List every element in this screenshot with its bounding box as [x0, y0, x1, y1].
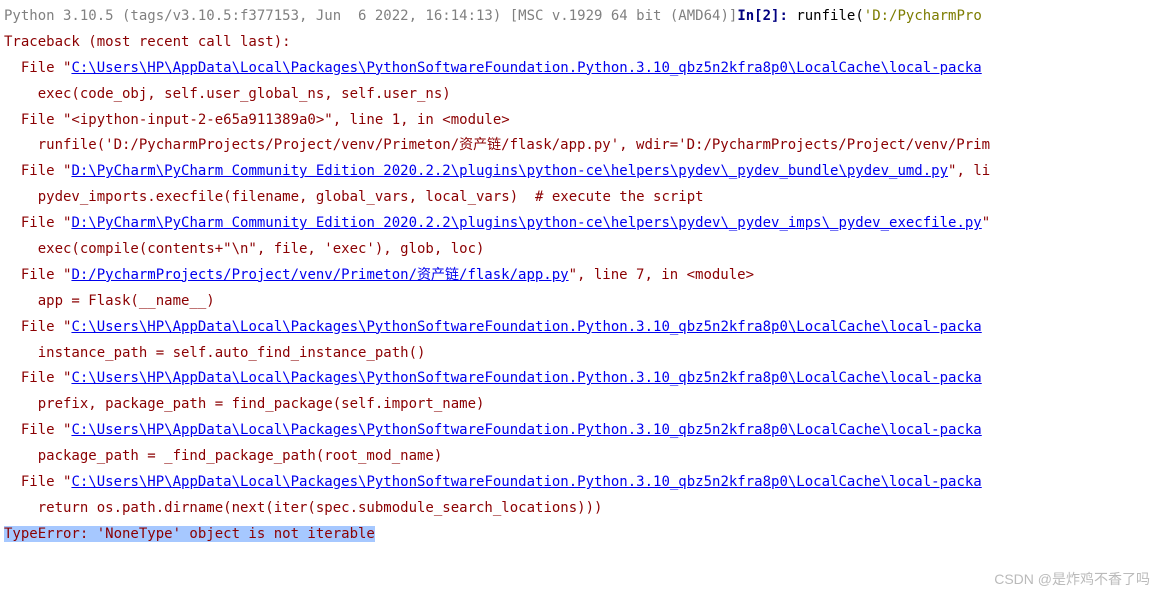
file-prefix: File "	[4, 163, 71, 179]
traceback-code-line: pydev_imports.execfile(filename, global_…	[4, 185, 1164, 211]
traceback-code-line: return os.path.dirname(next(iter(spec.su…	[4, 496, 1164, 522]
traceback-code-line: exec(code_obj, self.user_global_ns, self…	[4, 82, 1164, 108]
file-prefix: File "	[4, 474, 71, 490]
traceback-header: Traceback (most recent call last):	[4, 30, 1164, 56]
traceback-file-line: File "D:\PyCharm\PyCharm Community Editi…	[4, 159, 1164, 185]
traceback-frames: File "C:\Users\HP\AppData\Local\Packages…	[4, 56, 1164, 522]
file-path-link[interactable]: C:\Users\HP\AppData\Local\Packages\Pytho…	[71, 60, 981, 76]
traceback-code-line: package_path = _find_package_path(root_m…	[4, 444, 1164, 470]
file-suffix: ", line 7, in <module>	[569, 267, 754, 283]
file-prefix: File "	[4, 319, 71, 335]
error-line: TypeError: 'NoneType' object is not iter…	[4, 522, 1164, 548]
runfile-call: runfile(	[796, 8, 863, 24]
traceback-file-line: File "C:\Users\HP\AppData\Local\Packages…	[4, 315, 1164, 341]
traceback-file-line: File "C:\Users\HP\AppData\Local\Packages…	[4, 366, 1164, 392]
prompt-label: In[2]:	[737, 8, 796, 24]
traceback-file-line: File "C:\Users\HP\AppData\Local\Packages…	[4, 418, 1164, 444]
file-prefix: File "	[4, 422, 71, 438]
python-version: Python 3.10.5 (tags/v3.10.5:f377153, Jun…	[4, 8, 737, 24]
traceback-code-line: app = Flask(__name__)	[4, 289, 1164, 315]
traceback-code-line: instance_path = self.auto_find_instance_…	[4, 341, 1164, 367]
error-text: TypeError: 'NoneType' object is not iter…	[4, 526, 375, 542]
file-path-link[interactable]: D:/PycharmProjects/Project/venv/Primeton…	[71, 267, 568, 283]
traceback-code-line: exec(compile(contents+"\n", file, 'exec'…	[4, 237, 1164, 263]
file-prefix: File "	[4, 267, 71, 283]
file-path-link[interactable]: C:\Users\HP\AppData\Local\Packages\Pytho…	[71, 422, 981, 438]
traceback-file-line: File "<ipython-input-2-e65a911389a0>", l…	[4, 108, 1164, 134]
watermark: CSDN @是炸鸡不香了吗	[994, 567, 1150, 593]
file-suffix: "	[982, 215, 990, 231]
file-path-link[interactable]: D:\PyCharm\PyCharm Community Edition 202…	[71, 163, 948, 179]
traceback-file-line: File "C:\Users\HP\AppData\Local\Packages…	[4, 56, 1164, 82]
runfile-arg: 'D:/PycharmPro	[864, 8, 982, 24]
file-path-link[interactable]: D:\PyCharm\PyCharm Community Edition 202…	[71, 215, 981, 231]
traceback-file-line: File "C:\Users\HP\AppData\Local\Packages…	[4, 470, 1164, 496]
file-prefix: File "	[4, 60, 71, 76]
traceback-code-line: runfile('D:/PycharmProjects/Project/venv…	[4, 133, 1164, 159]
file-path-link[interactable]: C:\Users\HP\AppData\Local\Packages\Pytho…	[71, 370, 981, 386]
file-prefix: File "	[4, 370, 71, 386]
file-prefix: File "<ipython-input-2-e65a911389a0>", l…	[4, 112, 510, 128]
traceback-file-line: File "D:\PyCharm\PyCharm Community Editi…	[4, 211, 1164, 237]
traceback-code-line: prefix, package_path = find_package(self…	[4, 392, 1164, 418]
file-suffix: ", li	[948, 163, 990, 179]
traceback-file-line: File "D:/PycharmProjects/Project/venv/Pr…	[4, 263, 1164, 289]
file-path-link[interactable]: C:\Users\HP\AppData\Local\Packages\Pytho…	[71, 319, 981, 335]
console-header-line: Python 3.10.5 (tags/v3.10.5:f377153, Jun…	[4, 4, 1164, 30]
file-prefix: File "	[4, 215, 71, 231]
file-path-link[interactable]: C:\Users\HP\AppData\Local\Packages\Pytho…	[71, 474, 981, 490]
